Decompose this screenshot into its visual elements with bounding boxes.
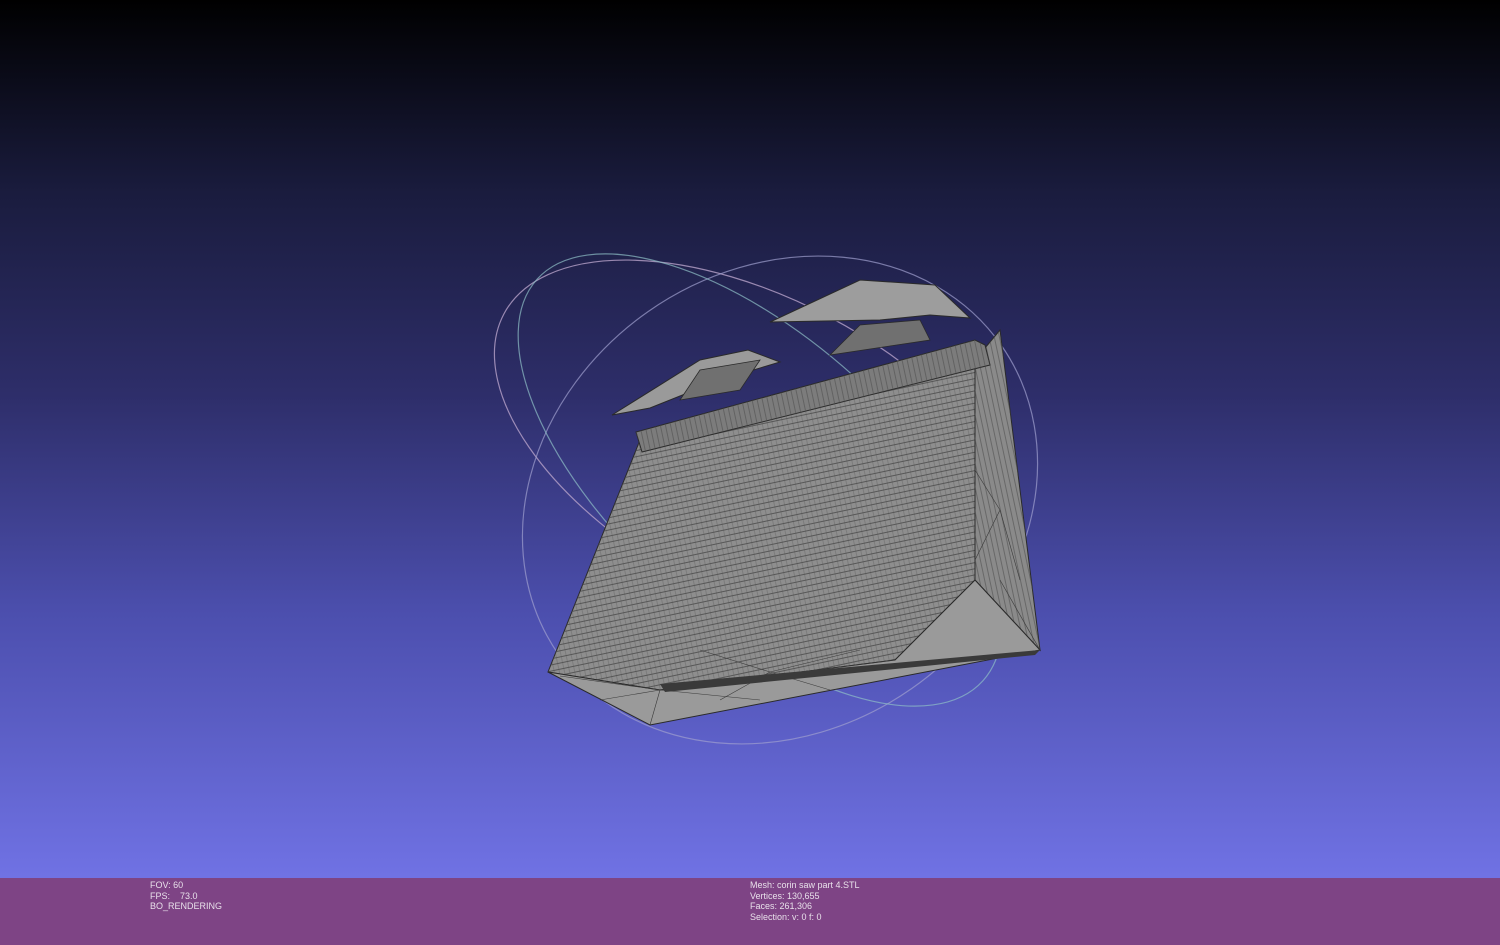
mesh-info: Mesh: corin saw part 4.STL Vertices: 130…	[750, 880, 860, 922]
vertices-label: Vertices: 130,655	[750, 890, 820, 901]
viewport-canvas[interactable]	[0, 0, 1500, 878]
status-bar: FOV: 60 FPS: 73.0 BO_RENDERING Mesh: cor…	[0, 878, 1500, 945]
render-mode-label: BO_RENDERING	[150, 901, 223, 911]
faces-label: Faces: 261,306	[750, 901, 813, 911]
selection-label: Selection: v: 0 f: 0	[750, 911, 822, 922]
fov-label: FOV: 60	[150, 880, 184, 890]
mesh-model[interactable]	[547, 279, 1041, 726]
mesh-name-label: Mesh: corin saw part 4.STL	[750, 880, 860, 890]
render-info: FOV: 60 FPS: 73.0 BO_RENDERING	[150, 880, 222, 912]
3d-viewport[interactable]	[0, 0, 1500, 878]
fps-label: FPS: 73.0	[150, 890, 198, 901]
